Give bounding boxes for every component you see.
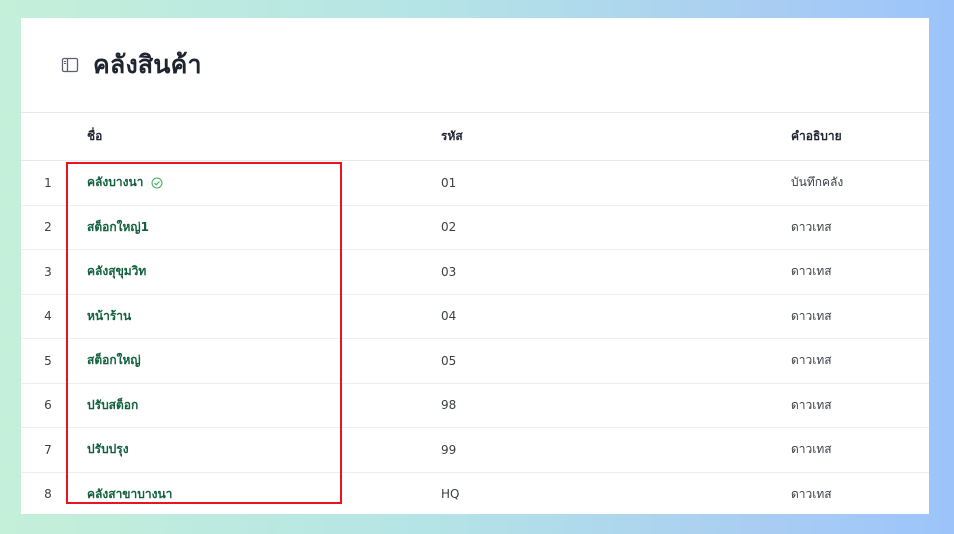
- row-name-cell: หน้าร้าน: [87, 294, 441, 339]
- table-row[interactable]: 4 หน้าร้าน 04 ดาวเทส: [21, 294, 929, 339]
- warehouse-name-link[interactable]: ปรับสต็อก: [87, 398, 138, 412]
- warehouse-name-link[interactable]: คลังบางนา: [87, 175, 143, 189]
- row-code: 04: [441, 294, 791, 339]
- header-description[interactable]: คำอธิบาย: [791, 113, 929, 161]
- row-index: 2: [21, 205, 87, 250]
- row-code: 99: [441, 427, 791, 473]
- warehouse-name-link[interactable]: สต็อกใหญ่1: [87, 220, 149, 234]
- row-name-cell: คลังบางนา: [87, 160, 441, 206]
- row-index: 8: [21, 472, 87, 514]
- row-code: 02: [441, 205, 791, 250]
- page-header: คลังสินค้า: [21, 18, 929, 113]
- table-row[interactable]: 5 สต็อกใหญ่ 05 ดาวเทส: [21, 338, 929, 384]
- table-row[interactable]: 2 สต็อกใหญ่1 02 ดาวเทส: [21, 205, 929, 250]
- table-row[interactable]: 7 ปรับปรุง 99 ดาวเทส: [21, 427, 929, 473]
- sidebar-panel-icon[interactable]: [61, 56, 79, 74]
- page-title: คลังสินค้า: [93, 50, 202, 79]
- row-index: 1: [21, 160, 87, 206]
- header-code[interactable]: รหัส: [441, 113, 791, 161]
- row-description: ดาวเทส: [791, 383, 929, 428]
- row-description: บันทึกคลัง: [791, 160, 929, 206]
- row-code: HQ: [441, 472, 791, 514]
- row-index: 3: [21, 249, 87, 295]
- row-name-cell: ปรับปรุง: [87, 427, 441, 473]
- row-index: 7: [21, 427, 87, 473]
- header-name[interactable]: ชื่อ: [87, 113, 441, 161]
- warehouse-name-link[interactable]: คลังสาขาบางนา: [87, 487, 172, 501]
- row-name-cell: คลังสาขาบางนา: [87, 472, 441, 514]
- row-name-cell: คลังสุขุมวิท: [87, 249, 441, 295]
- row-index: 6: [21, 383, 87, 428]
- table-row[interactable]: 3 คลังสุขุมวิท 03 ดาวเทส: [21, 249, 929, 295]
- row-code: 01: [441, 160, 791, 206]
- row-index: 5: [21, 338, 87, 384]
- table-row[interactable]: 6 ปรับสต็อก 98 ดาวเทส: [21, 383, 929, 428]
- warehouse-name-link[interactable]: ปรับปรุง: [87, 442, 129, 456]
- warehouse-name-link[interactable]: สต็อกใหญ่: [87, 353, 141, 367]
- row-name-cell: สต็อกใหญ่: [87, 338, 441, 384]
- row-name-cell: สต็อกใหญ่1: [87, 205, 441, 250]
- table-row[interactable]: 8 คลังสาขาบางนา HQ ดาวเทส: [21, 472, 929, 514]
- row-description: ดาวเทส: [791, 205, 929, 250]
- row-description: ดาวเทส: [791, 427, 929, 473]
- table-header-row: ชื่อ รหัส คำอธิบาย: [21, 113, 929, 161]
- row-code: 05: [441, 338, 791, 384]
- row-description: ดาวเทส: [791, 294, 929, 339]
- check-circle-icon: [151, 177, 163, 189]
- row-code: 98: [441, 383, 791, 428]
- warehouse-table: ชื่อ รหัส คำอธิบาย 1 คลังบางนา 01 บันทึกคลั…: [21, 113, 929, 514]
- row-description: ดาวเทส: [791, 472, 929, 514]
- row-code: 03: [441, 249, 791, 295]
- warehouse-name-link[interactable]: หน้าร้าน: [87, 309, 131, 323]
- row-description: ดาวเทส: [791, 338, 929, 384]
- header-index: [21, 113, 87, 161]
- row-name-cell: ปรับสต็อก: [87, 383, 441, 428]
- row-index: 4: [21, 294, 87, 339]
- table-row[interactable]: 1 คลังบางนา 01 บันทึกคลัง: [21, 160, 929, 206]
- warehouse-name-link[interactable]: คลังสุขุมวิท: [87, 264, 146, 278]
- warehouse-panel: คลังสินค้า ชื่อ รหัส คำอธิบาย 1 คลังบางนา…: [21, 18, 929, 514]
- row-description: ดาวเทส: [791, 249, 929, 295]
